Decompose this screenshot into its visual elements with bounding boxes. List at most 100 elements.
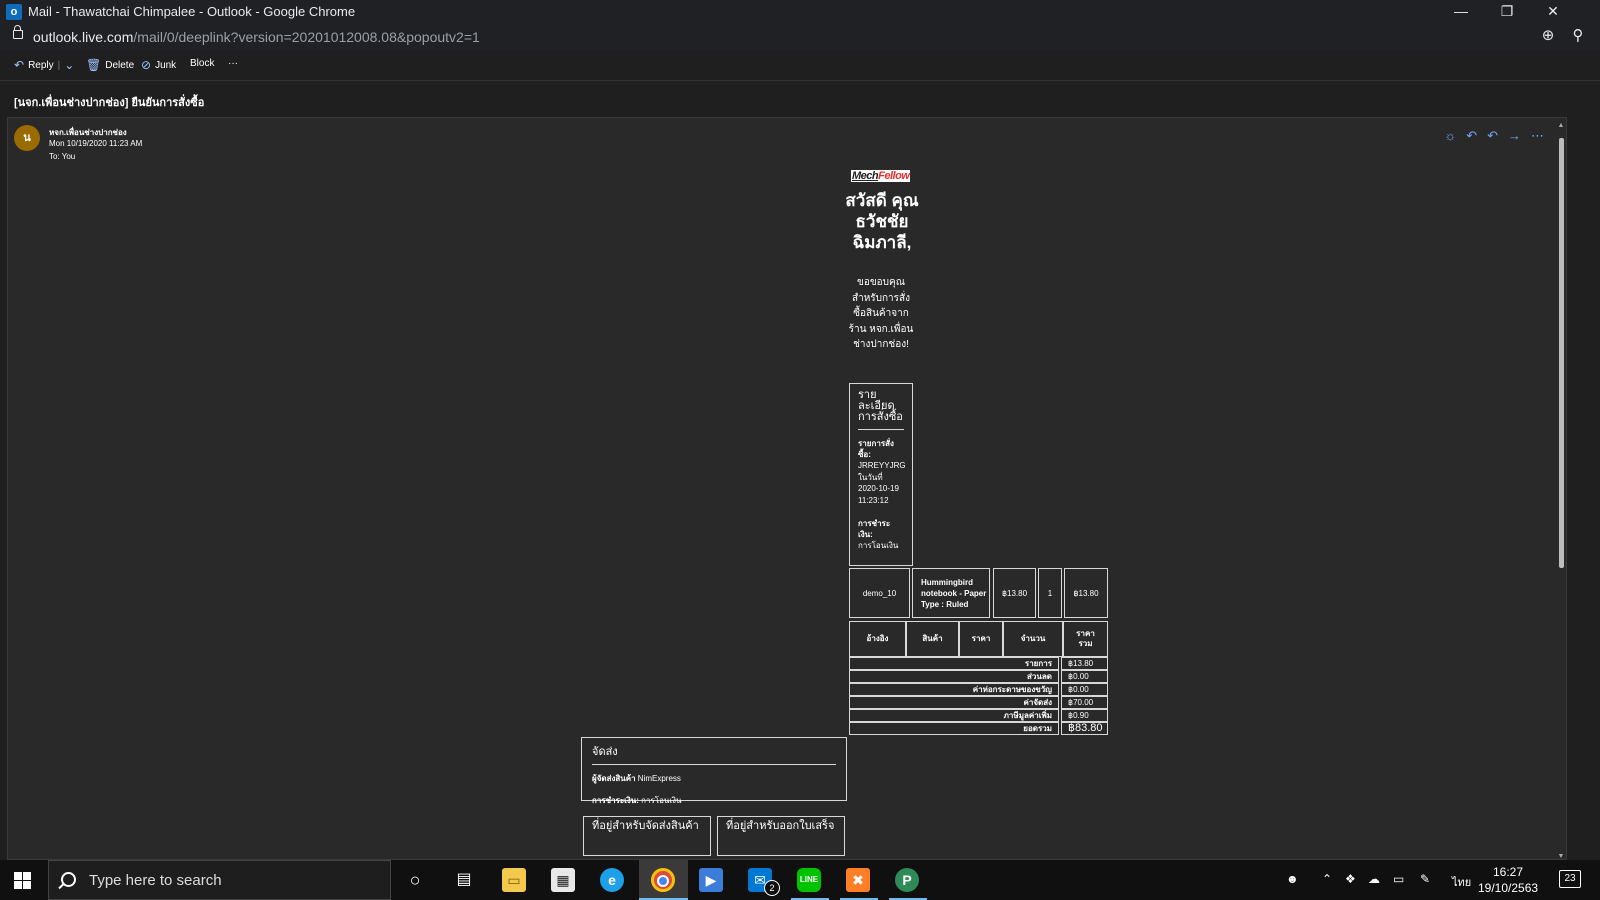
delivery-address-heading: ที่อยู่สำหรับจัดส่งสินค้า <box>592 820 699 832</box>
more-icon: ··· <box>228 58 238 69</box>
url-text[interactable]: outlook.live.com/mail/0/deeplink?version… <box>33 29 480 45</box>
store-logo[interactable]: MechFellow <box>851 170 911 182</box>
more-actions-button[interactable]: ··· <box>228 58 238 69</box>
app-p-icon[interactable]: P <box>895 868 919 892</box>
shipping-payment-label: การชำระเงิน: <box>592 796 639 805</box>
table-row: ค่าห่อกระดาษของขวัญ ฿0.00 <box>849 683 1108 696</box>
carrier-value: NimExpress <box>637 774 681 783</box>
file-explorer-icon[interactable]: ▭ <box>502 868 526 892</box>
column-header: สินค้า <box>906 621 959 657</box>
order-label: รายการสั่งซื้อ: <box>858 439 894 459</box>
minimize-button[interactable]: — <box>1438 0 1484 24</box>
system-clock[interactable]: 16:27 19/10/2563 <box>1478 864 1538 896</box>
order-reference: JRREYYJRG <box>858 461 906 470</box>
url-host: outlook.live.com <box>33 29 134 45</box>
invoice-address-heading: ที่อยู่สำหรับออกใบเสร็จ <box>726 820 835 832</box>
browser-title-bar: o Mail - Thawatchai Chimpalee - Outlook … <box>0 0 1600 24</box>
address-bar[interactable]: outlook.live.com/mail/0/deeplink?version… <box>0 24 1600 50</box>
taskbar: Type here to search ○ ▤ ▭ ▦ e ▶ ✉ 2 LINE… <box>0 860 1600 900</box>
pen-icon[interactable]: ✎ <box>1420 872 1430 886</box>
item-price: ฿13.80 <box>993 568 1036 618</box>
scroll-down-icon[interactable]: ▼ <box>1557 853 1565 859</box>
network-icon[interactable]: ▭ <box>1393 872 1404 886</box>
email-body: MechFellow สวัสดี คุณ ธวัชชัย ฉิมภาลี, ข… <box>8 118 1566 859</box>
item-quantity: 1 <box>1038 568 1062 618</box>
windows-start-icon[interactable] <box>14 872 31 889</box>
task-view-icon[interactable]: ▤ <box>452 868 476 892</box>
scroll-thumb[interactable] <box>1559 138 1564 568</box>
line-app-icon[interactable]: LINE <box>797 868 821 892</box>
order-details-box: รายละเอียดการสั่งซื้อ รายการสั่งซื้อ: JR… <box>849 383 913 566</box>
cortana-icon[interactable]: ○ <box>403 868 427 892</box>
table-row: รายการ ฿13.80 <box>849 657 1108 670</box>
table-row: ค่าจัดส่ง ฿70.00 <box>849 696 1108 709</box>
table-row: ส่วนลด ฿0.00 <box>849 670 1108 683</box>
message-toolbar: ↶ Reply | ⌄ 🗑 Delete ⊘ Junk Block ··· <box>0 50 1600 81</box>
clock-time: 16:27 <box>1492 865 1524 879</box>
url-path: /mail/0/deeplink?version=20201012008.08&… <box>133 29 480 45</box>
payment-label: การชำระเงิน: <box>858 519 891 539</box>
chrome-icon[interactable] <box>651 868 675 892</box>
payment-value: การโอนเงิน <box>858 541 899 550</box>
carrier-label: ผู้จัดส่งสินค้า <box>592 774 636 783</box>
column-header: อ้างอิง <box>849 621 906 657</box>
item-total: ฿13.80 <box>1064 568 1108 618</box>
outlook-icon: o <box>6 4 22 20</box>
block-button[interactable]: Block <box>190 58 214 69</box>
message-subject: [นจก.เพื่อนช่างปากช่อง] ยืนยันการสั่งซื้… <box>14 97 205 109</box>
shipping-box: จัดส่ง ผู้จัดส่งสินค้า NimExpress การชำร… <box>581 737 847 805</box>
order-date-prefix: ในวันที่ <box>858 472 883 482</box>
order-details-heading: รายละเอียดการสั่งซื้อ <box>858 390 904 430</box>
install-app-icon[interactable]: ⊕ <box>1540 28 1556 44</box>
column-header: จำนวน <box>1003 621 1063 657</box>
chevron-up-icon[interactable]: ⌃ <box>1322 872 1332 886</box>
junk-label: Junk <box>155 59 177 71</box>
grand-total-row: ยอดรวม ฿83.80 <box>849 722 1108 735</box>
microsoft-store-icon[interactable]: ▦ <box>551 868 575 892</box>
scrollbar[interactable]: ▲ ▼ <box>1557 122 1565 859</box>
language-indicator[interactable]: ไทย <box>1452 873 1471 891</box>
people-icon[interactable]: ☻ <box>1286 872 1299 886</box>
column-header: ราคารวม <box>1063 621 1108 657</box>
onedrive-icon[interactable]: ☁ <box>1368 872 1380 886</box>
search-icon <box>61 872 76 887</box>
video-editor-icon[interactable]: ▶ <box>699 868 723 892</box>
lock-icon <box>13 25 23 39</box>
block-circle-icon: ⊘ <box>141 58 152 72</box>
table-row: ภาษีมูลค่าเพิ่ม ฿0.90 <box>849 709 1108 722</box>
edge-icon[interactable]: e <box>600 868 624 892</box>
close-button[interactable]: ✕ <box>1530 0 1576 24</box>
message-pane: น หจก.เพื่อนช่างปากช่อง Mon 10/19/2020 1… <box>7 117 1567 860</box>
dropbox-icon[interactable]: ❖ <box>1345 872 1356 886</box>
reply-button[interactable]: ↶ Reply | ⌄ <box>14 58 74 72</box>
restore-button[interactable]: ❐ <box>1484 0 1530 24</box>
mail-badge: 2 <box>764 880 780 896</box>
invoice-address-box: ที่อยู่สำหรับออกใบเสร็จ <box>717 816 845 856</box>
item-reference: demo_10 <box>849 568 910 618</box>
chevron-down-icon[interactable]: ⌄ <box>64 58 74 72</box>
junk-button[interactable]: ⊘ Junk <box>141 58 176 72</box>
reply-label: Reply <box>28 59 54 71</box>
block-label: Block <box>190 58 215 69</box>
shipping-payment-value: การโอนเงิน <box>641 796 682 805</box>
order-date: 2020-10-19 <box>858 484 899 493</box>
window-title: Mail - Thawatchai Chimpalee - Outlook - … <box>28 4 356 19</box>
xampp-icon[interactable]: ✖ <box>846 868 870 892</box>
search-placeholder: Type here to search <box>89 872 222 889</box>
zoom-icon[interactable]: ⚲ <box>1570 28 1586 44</box>
search-input[interactable]: Type here to search <box>48 860 391 900</box>
trash-icon: 🗑 <box>86 58 102 72</box>
item-product: Hummingbird notebook - Paper Type : Rule… <box>912 568 990 618</box>
clock-date: 19/10/2563 <box>1478 881 1539 895</box>
delete-label: Delete <box>105 59 135 71</box>
delivery-address-box: ที่อยู่สำหรับจัดส่งสินค้า <box>583 816 711 856</box>
greeting: สวัสดี คุณ ธวัชชัย ฉิมภาลี, <box>845 191 919 252</box>
totals-table: รายการ ฿13.80 ส่วนลด ฿0.00 ค่าห่อกระดาษของ… <box>849 657 1108 735</box>
notification-center-icon[interactable]: 23 <box>1559 870 1581 888</box>
scroll-up-icon[interactable]: ▲ <box>1557 122 1565 129</box>
order-time: 11:23:12 <box>858 495 889 505</box>
reply-icon: ↶ <box>14 58 25 72</box>
thank-you-text: ขอขอบคุณสำหรับการสั่งซื้อสินค้าจากร้าน ห… <box>848 277 914 350</box>
delete-button[interactable]: 🗑 Delete <box>86 58 134 72</box>
shipping-heading: จัดส่ง <box>592 742 836 765</box>
